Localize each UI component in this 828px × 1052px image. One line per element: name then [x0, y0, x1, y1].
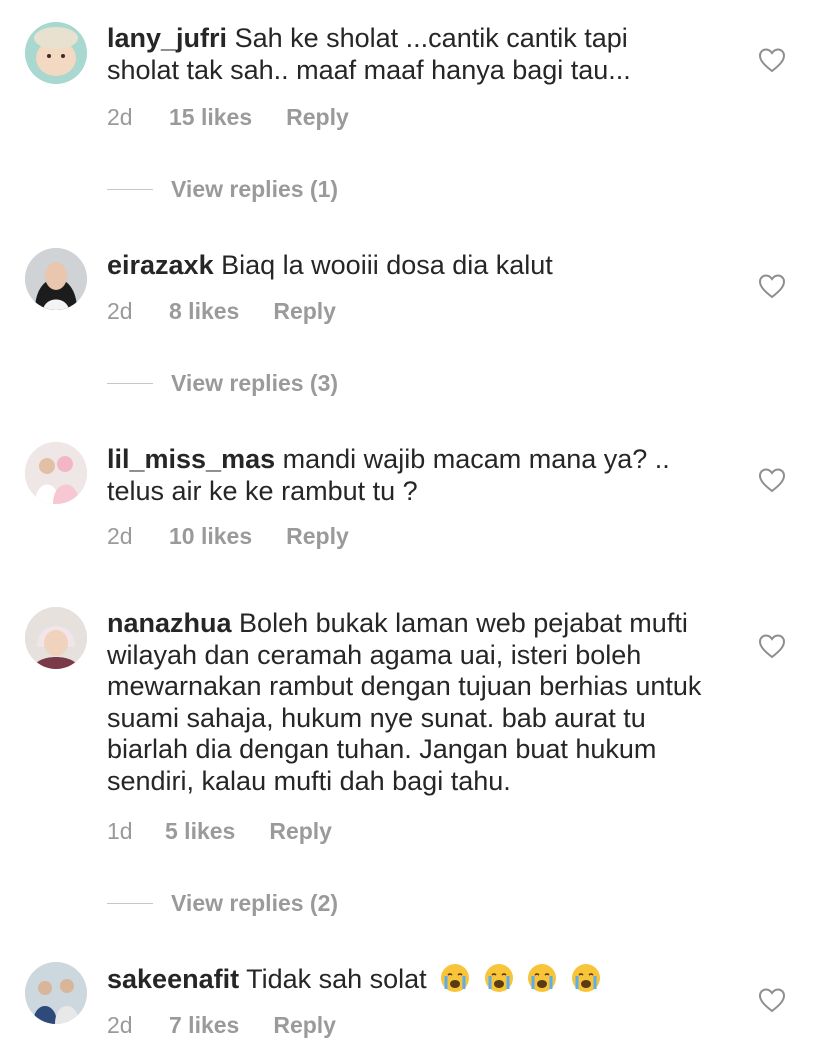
heart-outline-icon[interactable]	[758, 987, 786, 1013]
comment-body: eirazaxk Biaq la wooiii dosa dia kalut	[107, 250, 707, 282]
view-replies-label: View replies (2)	[171, 890, 339, 916]
emoji-group	[434, 964, 601, 994]
comment-time: 2d	[107, 298, 133, 324]
comment-username[interactable]: nanazhua	[107, 608, 232, 638]
crying-face-icon	[571, 964, 600, 992]
view-replies-label: View replies (3)	[171, 370, 339, 396]
comment-likes[interactable]: 15 likes	[169, 104, 252, 131]
comment-username[interactable]: eirazaxk	[107, 250, 214, 280]
comment-username[interactable]: sakeenafit	[107, 964, 239, 994]
comment-text: Tidak sah solat	[246, 964, 427, 994]
view-replies-label: View replies (1)	[171, 176, 339, 202]
heart-outline-icon[interactable]	[758, 467, 786, 493]
comment: lany_jufri Sah ke sholat ...cantik canti…	[0, 0, 828, 170]
reply-button[interactable]: Reply	[269, 818, 332, 845]
reply-button[interactable]: Reply	[286, 104, 349, 131]
comment: sakeenafit Tidak sah solat 2d 7 likes Repl…	[0, 945, 828, 1052]
avatar[interactable]	[25, 248, 87, 310]
comment: eirazaxk Biaq la wooiii dosa dia kalut 2…	[0, 230, 828, 350]
reply-button[interactable]: Reply	[286, 523, 349, 550]
comment-time: 2d	[107, 1012, 133, 1038]
divider	[107, 189, 153, 190]
comment-likes[interactable]: 10 likes	[169, 523, 252, 550]
crying-face-icon	[441, 964, 470, 992]
comment-time: 2d	[107, 104, 133, 130]
comment-meta: 2d 7 likes Reply	[107, 1012, 336, 1039]
avatar[interactable]	[25, 442, 87, 504]
avatar[interactable]	[25, 962, 87, 1024]
comment-username[interactable]: lany_jufri	[107, 23, 227, 53]
comment-body: sakeenafit Tidak sah solat	[107, 963, 707, 996]
avatar[interactable]	[25, 607, 87, 669]
comment-time: 1d	[107, 818, 133, 844]
comment-meta: 2d 15 likes Reply	[107, 104, 349, 131]
comment-time: 2d	[107, 523, 133, 549]
reply-button[interactable]: Reply	[273, 298, 336, 325]
crying-face-icon	[484, 964, 513, 992]
comment-likes[interactable]: 7 likes	[169, 1012, 239, 1039]
avatar[interactable]	[25, 22, 87, 84]
divider	[107, 903, 153, 904]
comment-meta: 2d 10 likes Reply	[107, 523, 349, 550]
comment-username[interactable]: lil_miss_mas	[107, 444, 275, 474]
comment-body: lany_jufri Sah ke sholat ...cantik canti…	[107, 23, 707, 86]
heart-outline-icon[interactable]	[758, 273, 786, 299]
reply-button[interactable]: Reply	[273, 1012, 336, 1039]
comment-meta: 2d 8 likes Reply	[107, 298, 336, 325]
comment-body: lil_miss_mas mandi wajib macam mana ya? …	[107, 444, 707, 507]
heart-outline-icon[interactable]	[758, 47, 786, 73]
heart-outline-icon[interactable]	[758, 633, 786, 659]
comment: lil_miss_mas mandi wajib macam mana ya? …	[0, 425, 828, 575]
comment: nanazhua Boleh bukak laman web pejabat m…	[0, 590, 828, 860]
comment-meta: 1d 5 likes Reply	[107, 818, 332, 845]
comment-likes[interactable]: 8 likes	[169, 298, 239, 325]
comment-likes[interactable]: 5 likes	[165, 818, 235, 845]
comment-text: Biaq la wooiii dosa dia kalut	[221, 250, 553, 280]
crying-face-icon	[528, 964, 557, 992]
divider	[107, 383, 153, 384]
comment-body: nanazhua Boleh bukak laman web pejabat m…	[107, 608, 707, 797]
